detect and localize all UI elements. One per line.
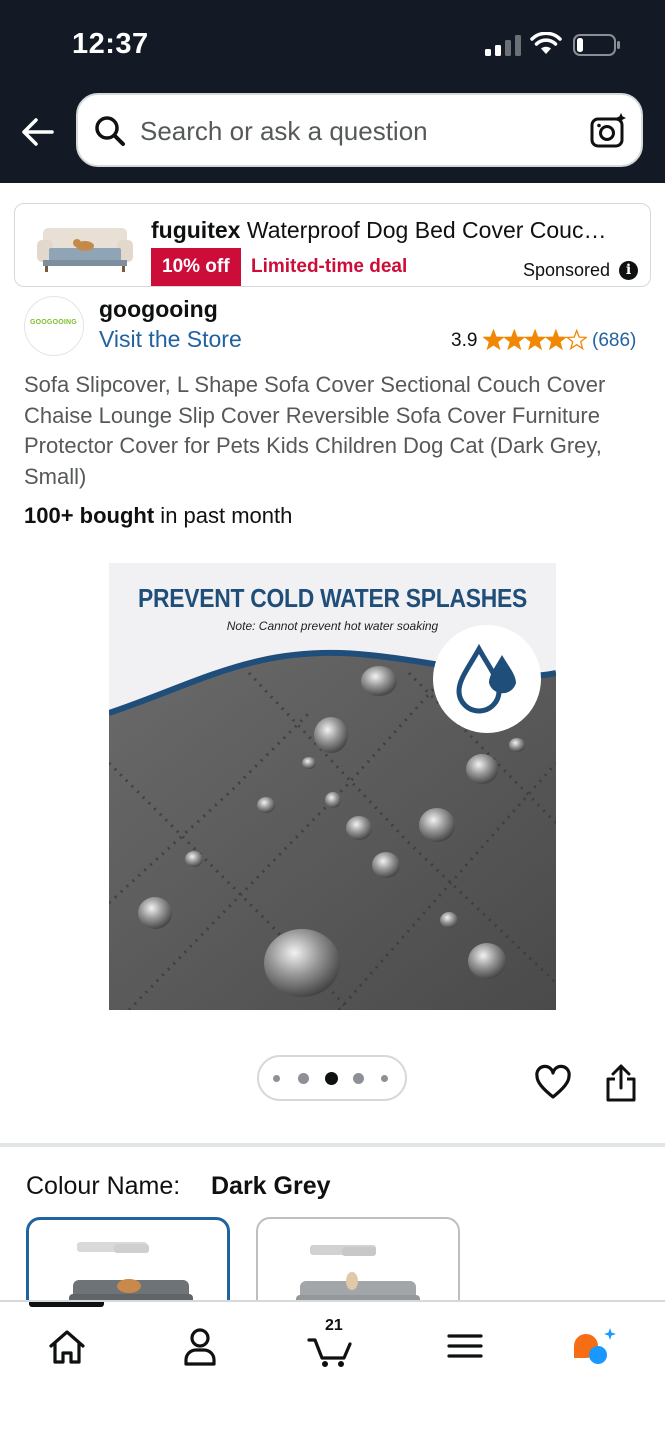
back-arrow-icon[interactable] [18, 112, 58, 152]
brand-logo-text: GOOGOOING [30, 319, 77, 326]
wifi-icon [530, 32, 562, 54]
cart-count-badge: 21 [325, 1317, 343, 1334]
carousel-dot-active[interactable] [325, 1072, 338, 1085]
rufus-assistant-icon[interactable] [570, 1324, 620, 1368]
star-fill [546, 330, 564, 349]
colour-selected-value: Dark Grey [211, 1172, 331, 1200]
share-icon[interactable] [603, 1063, 639, 1103]
deal-label: Limited-time deal [251, 256, 408, 277]
sponsored-label: Sponsored [523, 260, 611, 280]
info-icon[interactable]: i [619, 261, 638, 280]
star-icon [565, 329, 587, 351]
status-time: 12:37 [72, 28, 149, 60]
top-header: 12:37 [0, 0, 665, 183]
ad-product-image [37, 228, 133, 272]
star-fill [504, 330, 524, 349]
search-input[interactable] [140, 113, 560, 149]
image-headline: PREVENT COLD WATER SPLASHES [137, 583, 528, 613]
search-bar[interactable] [76, 93, 643, 167]
visit-store-link[interactable]: Visit the Store [99, 326, 242, 353]
search-icon [95, 116, 125, 146]
product-image[interactable]: PREVENT COLD WATER SPLASHES Note: Cannot… [109, 563, 556, 1010]
carousel-dot[interactable] [353, 1073, 364, 1084]
menu-icon[interactable] [440, 1324, 490, 1368]
carousel-dot[interactable] [381, 1075, 388, 1082]
carousel-dot[interactable] [273, 1075, 280, 1082]
bought-in-past-month: 100+ bought in past month [24, 503, 292, 529]
star-fill [483, 330, 504, 349]
product-title: Sofa Slipcover, L Shape Sofa Cover Secti… [24, 372, 606, 489]
brand-name: googooing [99, 296, 218, 322]
discount-badge: 10% off [151, 248, 241, 286]
section-divider [0, 1143, 665, 1147]
star-rating[interactable] [483, 329, 587, 351]
colour-label: Colour Name: [26, 1172, 181, 1200]
review-count[interactable]: (686) [592, 330, 636, 352]
carousel-dot[interactable] [298, 1073, 309, 1084]
rating-value[interactable]: 3.9 [451, 330, 477, 352]
bought-count: 100+ bought [24, 503, 155, 528]
account-icon[interactable] [175, 1324, 225, 1368]
ad-title-text: Waterproof Dog Bed Cover Couc… [240, 217, 607, 243]
battery-icon [573, 34, 620, 56]
brand-logo[interactable]: GOOGOOING [24, 296, 84, 356]
image-note: Note: Cannot prevent hot water soaking [226, 619, 439, 633]
bought-period: in past month [154, 503, 293, 528]
cellular-signal-icon [485, 34, 521, 56]
image-carousel-indicator[interactable] [257, 1055, 407, 1101]
active-tab-indicator [29, 1302, 104, 1307]
sponsored-ad-banner[interactable]: fuguitex Waterproof Dog Bed Cover Couc… … [14, 203, 651, 287]
star-fill [525, 330, 545, 349]
home-icon[interactable] [42, 1324, 92, 1368]
camera-search-icon[interactable] [590, 112, 628, 150]
ad-title[interactable]: fuguitex Waterproof Dog Bed Cover Couc… [151, 217, 641, 244]
ad-brand: fuguitex [151, 217, 241, 243]
heart-icon[interactable] [534, 1064, 572, 1102]
